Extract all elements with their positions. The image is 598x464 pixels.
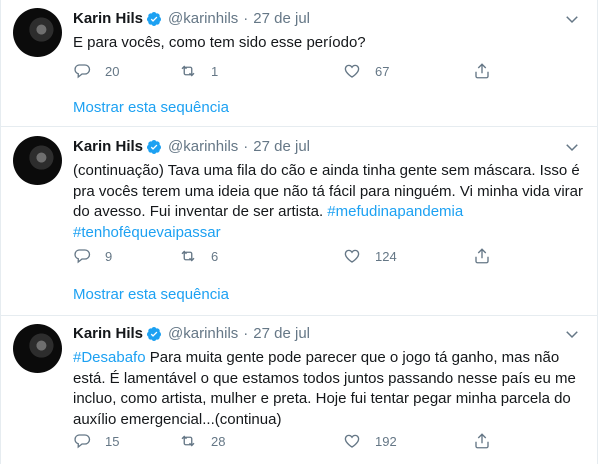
- avatar[interactable]: [13, 8, 62, 57]
- verified-badge-icon: [147, 12, 162, 26]
- retweet-icon: [181, 435, 195, 447]
- share-button[interactable]: [473, 245, 505, 267]
- heart-icon: [344, 64, 360, 78]
- tweet-date[interactable]: 27 de jul: [253, 9, 310, 29]
- like-count: 67: [375, 63, 390, 79]
- retweet-button[interactable]: 6: [179, 245, 218, 267]
- author-handle[interactable]: @karinhils: [168, 324, 238, 344]
- like-count: 192: [375, 433, 397, 449]
- tweet[interactable]: Karin Hils @karinhils · 27 de jul E para…: [1, 0, 597, 125]
- author-name[interactable]: Karin Hils: [73, 324, 143, 344]
- author-handle[interactable]: @karinhils: [168, 9, 238, 29]
- tweet-feed: Karin Hils @karinhils · 27 de jul E para…: [0, 0, 598, 464]
- show-thread-link[interactable]: Mostrar esta sequência: [73, 98, 229, 118]
- tweet[interactable]: Karin Hils @karinhils · 27 de jul (conti…: [1, 127, 597, 314]
- retweet-count: 6: [211, 248, 219, 264]
- show-thread-link[interactable]: Mostrar esta sequência: [73, 285, 229, 305]
- reply-icon: [74, 434, 91, 449]
- retweet-icon: [181, 65, 195, 77]
- tweet-date[interactable]: 27 de jul: [253, 137, 310, 157]
- tweet-text: E para vocês, como tem sido esse período…: [73, 33, 583, 54]
- tweet[interactable]: Karin Hils @karinhils · 27 de jul #Desab…: [1, 316, 597, 464]
- share-icon: [475, 433, 489, 449]
- reply-count: 20: [105, 63, 120, 79]
- tweet-text-body: Para muita gente pode parecer que o jogo…: [73, 349, 576, 428]
- share-icon: [475, 248, 489, 264]
- tweet-date[interactable]: 27 de jul: [253, 324, 310, 344]
- hashtag-link[interactable]: #Desabafo: [73, 349, 146, 366]
- share-button[interactable]: [473, 430, 505, 452]
- author-handle[interactable]: @karinhils: [168, 137, 238, 157]
- author-name[interactable]: Karin Hils: [73, 9, 143, 29]
- heart-icon: [344, 249, 360, 263]
- retweet-button[interactable]: 1: [179, 60, 218, 82]
- chevron-down-icon[interactable]: [563, 138, 581, 156]
- reply-count: 15: [105, 433, 120, 449]
- separator-dot: ·: [243, 10, 249, 27]
- reply-button[interactable]: 20: [73, 60, 119, 82]
- like-count: 124: [375, 248, 397, 264]
- tweet-text: #Desabafo Para muita gente pode parecer …: [73, 348, 583, 430]
- reply-icon: [74, 64, 91, 79]
- share-icon: [475, 63, 489, 79]
- separator-dot: ·: [243, 325, 249, 342]
- retweet-button[interactable]: 28: [179, 430, 225, 452]
- reply-button[interactable]: 15: [73, 430, 119, 452]
- tweet-text-body: E para vocês, como tem sido esse período…: [73, 34, 366, 51]
- reply-count: 9: [105, 248, 113, 264]
- verified-badge-icon: [147, 140, 162, 154]
- reply-icon: [74, 249, 91, 264]
- chevron-down-icon[interactable]: [563, 10, 581, 28]
- tweet-header: Karin Hils @karinhils · 27 de jul: [73, 137, 310, 157]
- tweet-text: (continuação) Tava uma fila do cão e ain…: [73, 161, 583, 243]
- author-name[interactable]: Karin Hils: [73, 137, 143, 157]
- tweet-actions: 20 1 67: [73, 60, 503, 82]
- avatar[interactable]: [13, 136, 62, 185]
- heart-icon: [344, 434, 360, 448]
- retweet-icon: [181, 250, 195, 262]
- separator-dot: ·: [243, 138, 249, 155]
- like-button[interactable]: 192: [343, 430, 397, 452]
- chevron-down-icon[interactable]: [563, 325, 581, 343]
- tweet-header: Karin Hils @karinhils · 27 de jul: [73, 324, 310, 344]
- like-button[interactable]: 67: [343, 60, 389, 82]
- avatar[interactable]: [13, 324, 62, 373]
- reply-button[interactable]: 9: [73, 245, 112, 267]
- retweet-count: 1: [211, 63, 219, 79]
- tweet-actions: 15 28 192: [73, 430, 503, 452]
- like-button[interactable]: 124: [343, 245, 397, 267]
- verified-badge-icon: [147, 327, 162, 341]
- share-button[interactable]: [473, 60, 505, 82]
- tweet-actions: 9 6 124: [73, 245, 503, 267]
- retweet-count: 28: [211, 433, 226, 449]
- tweet-header: Karin Hils @karinhils · 27 de jul: [73, 9, 310, 29]
